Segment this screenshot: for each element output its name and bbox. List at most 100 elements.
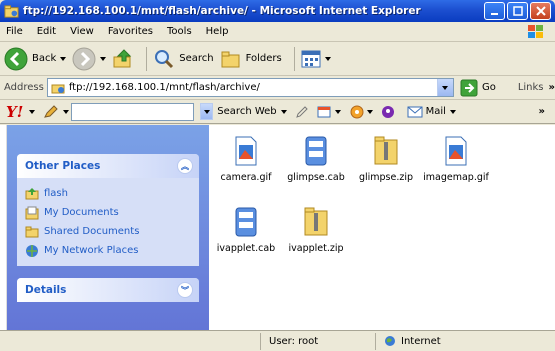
forward-arrow-icon xyxy=(72,47,96,70)
antispy-dropdown-icon[interactable] xyxy=(366,109,373,114)
place-my-documents[interactable]: My Documents xyxy=(25,203,193,222)
status-user-text: User: root xyxy=(269,335,319,347)
file-name: glimpse.zip xyxy=(358,172,414,183)
details-title: Details xyxy=(25,284,67,296)
views-icon xyxy=(301,50,321,67)
place-my-network-places[interactable]: My Network Places xyxy=(25,241,193,260)
file-name: imagemap.gif xyxy=(423,172,489,183)
place-label: Shared Documents xyxy=(44,226,140,237)
place-flash[interactable]: flash xyxy=(25,184,193,203)
antispy-icon[interactable] xyxy=(349,104,365,120)
back-dropdown-icon[interactable] xyxy=(60,56,67,61)
ftp-folder-icon xyxy=(51,84,65,93)
address-bar: Address ftp://192.168.100.1/mnt/flash/ar… xyxy=(0,76,555,100)
file-list: camera.gif glimpse.cab glimpse.zip image… xyxy=(217,125,555,330)
yahoo-dropdown-icon[interactable] xyxy=(29,109,36,114)
folders-icon xyxy=(221,51,240,67)
messenger-icon[interactable] xyxy=(381,105,395,119)
folder-up-icon xyxy=(25,187,39,199)
file-item[interactable]: glimpse.zip xyxy=(351,136,421,183)
cab-file-icon xyxy=(305,136,327,166)
search-web-button[interactable]: Search Web xyxy=(200,103,287,120)
go-label: Go xyxy=(481,82,496,93)
standard-toolbar: Back Search Folders xyxy=(0,42,555,76)
folders-button[interactable]: Folders xyxy=(220,48,282,70)
gif-file-icon xyxy=(235,136,257,166)
maximize-icon xyxy=(512,6,523,16)
menu-tools[interactable]: Tools xyxy=(167,26,192,37)
pencil-dropdown-icon[interactable] xyxy=(63,109,70,114)
windows-logo-icon xyxy=(528,25,543,38)
menu-bar: File Edit View Favorites Tools Help xyxy=(0,22,555,42)
file-item[interactable]: ivapplet.zip xyxy=(281,207,351,254)
close-icon xyxy=(535,6,546,16)
address-dropdown-button[interactable] xyxy=(436,79,453,96)
pencil-icon[interactable] xyxy=(43,104,59,119)
title-bar[interactable]: ftp://192.168.100.1/mnt/flash/archive/ -… xyxy=(0,0,555,22)
other-places-panel: Other Places ︽ flash My Documents Shared… xyxy=(17,154,199,266)
menu-file[interactable]: File xyxy=(6,26,23,37)
search-label: Search xyxy=(179,53,214,64)
address-input[interactable]: ftp://192.168.100.1/mnt/flash/archive/ xyxy=(46,78,454,97)
menu-view[interactable]: View xyxy=(70,26,94,37)
highlighter-icon[interactable] xyxy=(295,105,309,119)
search-icon xyxy=(155,49,174,68)
search-button[interactable]: Search xyxy=(153,48,214,70)
file-item[interactable]: ivapplet.cab xyxy=(211,207,281,254)
bookmarks-icon[interactable] xyxy=(317,105,333,119)
status-bar: User: root Internet xyxy=(0,330,555,351)
left-edge xyxy=(0,125,7,330)
forward-button[interactable] xyxy=(72,47,107,71)
task-pane: Other Places ︽ flash My Documents Shared… xyxy=(7,125,209,330)
chevron-right-icon[interactable]: » xyxy=(539,106,545,117)
menu-help[interactable]: Help xyxy=(206,26,229,37)
views-dropdown-icon[interactable] xyxy=(324,56,331,61)
chevron-down-icon xyxy=(442,85,449,90)
go-arrow-icon xyxy=(460,79,478,96)
file-item[interactable]: imagemap.gif xyxy=(421,136,491,183)
file-item[interactable]: glimpse.cab xyxy=(281,136,351,183)
close-button[interactable] xyxy=(530,2,551,20)
views-button[interactable] xyxy=(301,50,331,68)
forward-dropdown-icon[interactable] xyxy=(100,56,107,61)
status-user: User: root xyxy=(260,332,375,350)
my-documents-icon xyxy=(25,206,39,219)
maximize-button[interactable] xyxy=(507,2,528,20)
back-arrow-icon xyxy=(4,47,28,70)
mail-icon xyxy=(407,106,423,117)
search-web-dropdown-icon[interactable] xyxy=(280,109,287,114)
minimize-button[interactable] xyxy=(484,2,505,20)
internet-globe-icon xyxy=(385,336,395,346)
yahoo-search-input[interactable] xyxy=(71,102,195,121)
back-button[interactable]: Back xyxy=(4,47,67,71)
up-folder-button[interactable] xyxy=(112,48,134,70)
collapse-icon[interactable]: ︽ xyxy=(177,158,193,174)
chevron-down-icon xyxy=(203,109,210,114)
place-shared-documents[interactable]: Shared Documents xyxy=(25,222,193,241)
zip-file-icon xyxy=(304,207,328,236)
expand-icon[interactable]: ︾ xyxy=(177,282,193,298)
address-label: Address xyxy=(4,82,44,93)
other-places-header[interactable]: Other Places ︽ xyxy=(17,154,199,178)
mail-button[interactable]: Mail xyxy=(407,106,456,118)
ie-folder-icon xyxy=(4,4,19,18)
gif-file-icon xyxy=(445,136,467,166)
links-toolbar[interactable]: Links » xyxy=(518,82,555,93)
menu-favorites[interactable]: Favorites xyxy=(108,26,153,37)
links-label: Links xyxy=(517,82,544,93)
toolbar-separator xyxy=(146,46,148,71)
details-header[interactable]: Details ︾ xyxy=(17,278,199,302)
mail-dropdown-icon[interactable] xyxy=(449,109,456,114)
mail-label: Mail xyxy=(425,106,446,117)
place-label: My Documents xyxy=(44,207,119,218)
window-title: ftp://192.168.100.1/mnt/flash/archive/ -… xyxy=(23,5,421,17)
yahoo-logo[interactable]: Y! xyxy=(6,103,23,121)
place-label: flash xyxy=(44,188,68,199)
bookmarks-dropdown-icon[interactable] xyxy=(334,109,341,114)
menu-edit[interactable]: Edit xyxy=(37,26,56,37)
up-folder-icon xyxy=(113,48,132,67)
go-button[interactable]: Go xyxy=(460,79,496,97)
status-zone-text: Internet xyxy=(401,335,441,347)
file-name: camera.gif xyxy=(220,172,272,183)
file-item[interactable]: camera.gif xyxy=(211,136,281,183)
